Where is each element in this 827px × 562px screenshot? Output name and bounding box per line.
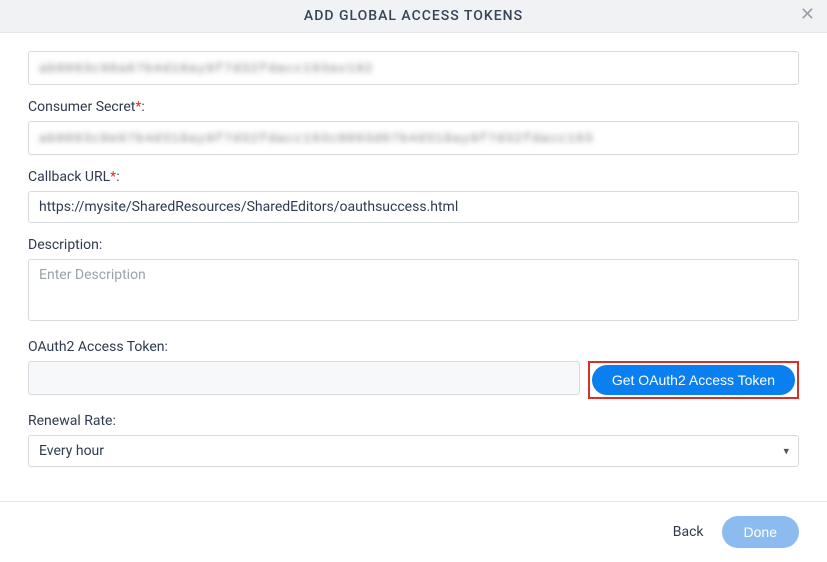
- consumer-key-input[interactable]: ab0093c90a67b4d18ay9f7d32fdacc193av192: [28, 51, 799, 85]
- consumer-key-group: ab0093c90a67b4d18ay9f7d32fdacc193av192: [28, 51, 799, 85]
- consumer-key-masked: ab0093c90a67b4d18ay9f7d32fdacc193av192: [39, 61, 373, 76]
- consumer-secret-label: Consumer Secret*:: [28, 99, 799, 115]
- oauth-token-input-wrap: [28, 361, 580, 399]
- form-body: ab0093c90a67b4d18ay9f7d32fdacc193av192 C…: [0, 33, 827, 491]
- consumer-secret-group: Consumer Secret*: ab0093c0e67b4d318ay9f7…: [28, 99, 799, 155]
- done-button[interactable]: Done: [722, 516, 799, 548]
- description-group: Description:: [28, 237, 799, 325]
- renewal-rate-select-wrap: Every hour ▾: [28, 435, 799, 467]
- renewal-rate-select[interactable]: Every hour: [28, 435, 799, 467]
- get-oauth-token-button[interactable]: Get OAuth2 Access Token: [592, 365, 795, 395]
- renewal-rate-group: Renewal Rate: Every hour ▾: [28, 413, 799, 467]
- consumer-secret-input[interactable]: ab0093c0e67b4d318ay9f7d32fdacc193c0093d6…: [28, 121, 799, 155]
- description-input[interactable]: [28, 259, 799, 321]
- dialog-title: ADD GLOBAL ACCESS TOKENS: [304, 8, 523, 24]
- oauth-token-row: Get OAuth2 Access Token: [28, 361, 799, 399]
- close-icon[interactable]: ✕: [800, 6, 815, 24]
- oauth-token-group: OAuth2 Access Token: Get OAuth2 Access T…: [28, 339, 799, 399]
- callback-url-input[interactable]: [28, 191, 799, 223]
- oauth-token-label: OAuth2 Access Token:: [28, 339, 799, 355]
- get-token-highlight: Get OAuth2 Access Token: [588, 361, 799, 399]
- back-button[interactable]: Back: [673, 524, 704, 540]
- dialog-footer: Back Done: [0, 501, 827, 562]
- consumer-secret-masked: ab0093c0e67b4d318ay9f7d32fdacc193c0093d6…: [39, 131, 593, 146]
- callback-url-label: Callback URL*:: [28, 169, 799, 185]
- oauth-token-input[interactable]: [28, 361, 580, 395]
- description-label: Description:: [28, 237, 799, 253]
- callback-url-group: Callback URL*:: [28, 169, 799, 223]
- renewal-rate-label: Renewal Rate:: [28, 413, 799, 429]
- dialog-header: ADD GLOBAL ACCESS TOKENS ✕: [0, 0, 827, 33]
